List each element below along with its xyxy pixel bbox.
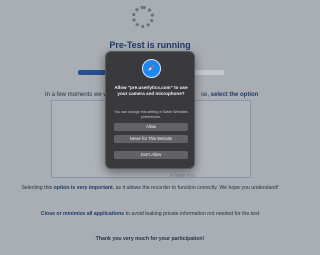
- intro-text-right: se, select the option: [201, 92, 259, 98]
- faded-caption: e hope you: [170, 173, 195, 179]
- safari-compass-icon: [142, 59, 161, 78]
- paragraph-close-apps: Close or minimize all applications to av…: [40, 211, 260, 217]
- dialog-title: Allow "pre.userlytics.com" to use your c…: [114, 85, 188, 96]
- page-title: Pre-Test is running: [109, 40, 191, 50]
- dialog-note: You can change this setting in Safari We…: [114, 110, 188, 119]
- never-allow-button[interactable]: Never for This Website: [114, 135, 188, 143]
- dont-allow-button[interactable]: Don't Allow: [114, 151, 188, 159]
- paragraph-importance: Selecting this option is very important,…: [21, 185, 279, 191]
- loading-spinner-icon: [132, 6, 154, 28]
- permission-dialog: Allow "pre.userlytics.com" to use your c…: [105, 51, 195, 169]
- intro-text-left: In a few moments we w: [45, 92, 108, 98]
- allow-button[interactable]: Allow: [114, 123, 188, 131]
- paragraph-thanks: Thank you very much for your participati…: [95, 236, 205, 242]
